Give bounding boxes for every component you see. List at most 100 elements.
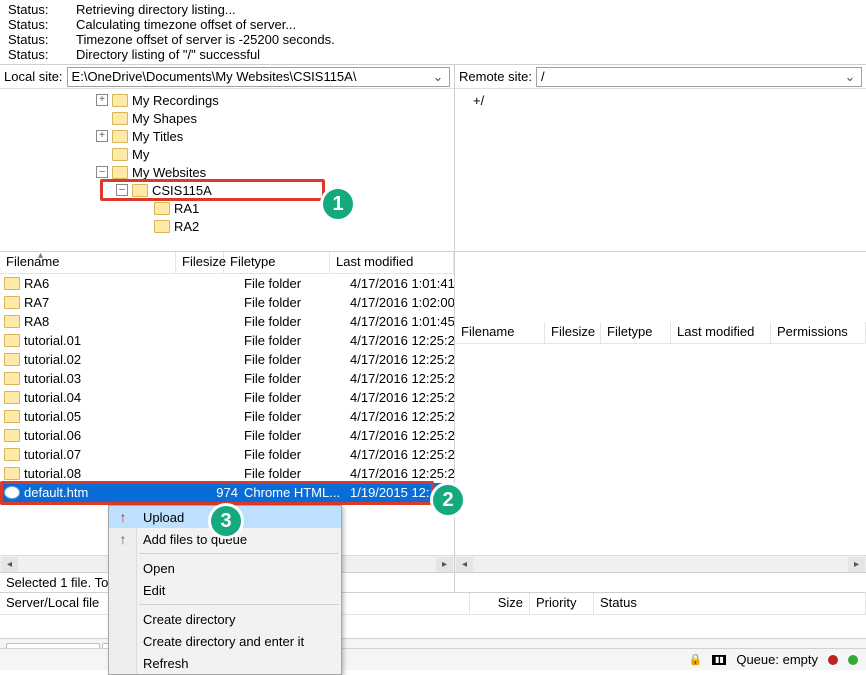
- expand-icon[interactable]: +: [96, 94, 108, 106]
- file-name: RA7: [24, 295, 196, 310]
- folder-icon: [4, 410, 20, 423]
- list-row[interactable]: tutorial.02File folder4/17/2016 12:25:23…: [0, 350, 454, 369]
- local-tree[interactable]: + My Recordings My Shapes + My Titles My –…: [0, 89, 454, 251]
- annotation-badge-1: 1: [320, 186, 356, 222]
- file-modified: 4/17/2016 12:25:23...: [350, 428, 454, 443]
- tree-item[interactable]: RA2: [174, 219, 199, 234]
- folder-icon: [4, 353, 20, 366]
- list-row[interactable]: RA7 File folder4/17/2016 1:02:00 ...: [0, 293, 454, 312]
- col-status[interactable]: Status: [594, 593, 866, 614]
- file-modified: 4/17/2016 1:01:41 ...: [350, 276, 454, 291]
- list-row[interactable]: tutorial.04File folder4/17/2016 12:25:23…: [0, 388, 454, 407]
- list-row[interactable]: tutorial.08File folder4/17/2016 12:25:23…: [0, 464, 454, 483]
- folder-icon: [4, 334, 20, 347]
- list-row[interactable]: RA6File folder4/17/2016 1:01:41 ...: [0, 274, 454, 293]
- col-filetype[interactable]: Filetype: [224, 252, 330, 273]
- scroll-right-icon[interactable]: ▸: [436, 557, 453, 572]
- list-row[interactable]: tutorial.07File folder4/17/2016 12:25:23…: [0, 445, 454, 464]
- list-row[interactable]: tutorial.03File folder4/17/2016 12:25:23…: [0, 369, 454, 388]
- upload-icon: ↑: [115, 509, 131, 525]
- remote-site-label: Remote site:: [459, 69, 532, 84]
- remote-tree[interactable]: +/: [455, 89, 866, 251]
- file-type: File folder: [244, 295, 350, 310]
- list-row[interactable]: tutorial.05 File folder4/17/2016 12:25:23…: [0, 407, 454, 426]
- folder-icon: [4, 391, 20, 404]
- local-path-combo[interactable]: E:\OneDrive\Documents\My Websites\CSIS11…: [67, 67, 450, 87]
- file-name: RA8: [24, 314, 196, 329]
- collapse-icon[interactable]: –: [116, 184, 128, 196]
- annotation-badge-2: 2: [430, 482, 466, 518]
- col-priority[interactable]: Priority: [530, 593, 594, 614]
- remote-site-bar: Remote site: / ⌄: [455, 65, 866, 89]
- tree-item[interactable]: My Titles: [132, 129, 183, 144]
- file-modified: 4/17/2016 12:25:24...: [350, 333, 454, 348]
- tree-item[interactable]: My: [132, 147, 149, 162]
- annotation-badge-3: 3: [208, 503, 244, 539]
- remote-path-combo[interactable]: / ⌄: [536, 67, 862, 87]
- tree-item[interactable]: My Websites: [132, 165, 206, 180]
- menu-create-directory[interactable]: Create directory: [109, 608, 341, 630]
- col-filename[interactable]: Filename: [6, 254, 59, 269]
- folder-icon: [4, 372, 20, 385]
- chevron-down-icon[interactable]: ⌄: [843, 69, 857, 85]
- folder-icon: [132, 184, 148, 197]
- expand-icon[interactable]: +: [96, 130, 108, 142]
- tree-item[interactable]: RA1: [174, 201, 199, 216]
- upload-queue-icon: ↑: [115, 531, 131, 547]
- status-label: Status:: [8, 2, 54, 17]
- chevron-down-icon[interactable]: ⌄: [431, 69, 445, 85]
- queue-icon: ▮▮: [712, 655, 726, 665]
- list-row[interactable]: default.htm974Chrome HTML...1/19/2015 12…: [0, 483, 454, 502]
- menu-edit[interactable]: Edit: [109, 579, 341, 601]
- status-dot-red-icon: [828, 655, 838, 665]
- file-modified: 4/17/2016 1:02:00 ...: [350, 295, 454, 310]
- file-type: File folder: [244, 409, 350, 424]
- menu-refresh[interactable]: Refresh: [109, 652, 341, 674]
- col-filesize[interactable]: Filesize: [176, 252, 224, 273]
- list-header[interactable]: Filename Filesize Filetype Last modified…: [455, 322, 866, 344]
- file-size: 974: [196, 485, 244, 500]
- file-name: tutorial.01: [24, 333, 196, 348]
- menu-create-directory-enter[interactable]: Create directory and enter it: [109, 630, 341, 652]
- col-filesize[interactable]: Filesize: [545, 322, 601, 343]
- tree-item-selected[interactable]: CSIS115A: [152, 183, 212, 198]
- menu-open[interactable]: Open: [109, 557, 341, 579]
- col-modified[interactable]: Last modified: [330, 252, 454, 273]
- col-modified[interactable]: Last modified: [671, 322, 771, 343]
- tree-item[interactable]: My Shapes: [132, 111, 197, 126]
- col-size[interactable]: Size: [470, 593, 530, 614]
- list-row[interactable]: tutorial.01File folder4/17/2016 12:25:24…: [0, 331, 454, 350]
- expand-icon[interactable]: +: [473, 93, 481, 108]
- file-name: tutorial.04: [24, 390, 196, 405]
- file-modified: 4/17/2016 12:25:23...: [350, 409, 454, 424]
- file-modified: 4/17/2016 1:01:45 ...: [350, 314, 454, 329]
- remote-file-list[interactable]: Filename Filesize Filetype Last modified…: [455, 251, 866, 572]
- file-name: default.htm: [24, 485, 196, 500]
- col-filename[interactable]: Filename: [455, 322, 545, 343]
- file-name: tutorial.08: [24, 466, 196, 481]
- status-dot-green-icon: [848, 655, 858, 665]
- folder-icon: [112, 94, 128, 107]
- scroll-right-icon[interactable]: ▸: [848, 557, 865, 572]
- menu-separator: [139, 604, 339, 605]
- tree-item[interactable]: /: [481, 93, 485, 108]
- col-permissions[interactable]: Permissions: [771, 322, 866, 343]
- folder-icon: [4, 277, 20, 290]
- file-type: File folder: [244, 371, 350, 386]
- col-filetype[interactable]: Filetype: [601, 322, 671, 343]
- horizontal-scrollbar[interactable]: ◂ ▸: [455, 555, 866, 572]
- list-row[interactable]: RA8File folder4/17/2016 1:01:45 ...: [0, 312, 454, 331]
- file-name: tutorial.06: [24, 428, 196, 443]
- status-log: Status:Retrieving directory listing... S…: [0, 0, 866, 64]
- file-name: tutorial.05: [24, 409, 196, 424]
- folder-icon: [4, 296, 20, 309]
- collapse-icon[interactable]: –: [96, 166, 108, 178]
- list-row[interactable]: tutorial.06File folder4/17/2016 12:25:23…: [0, 426, 454, 445]
- queue-status: Queue: empty: [736, 652, 818, 667]
- list-header[interactable]: Filename▴ Filesize Filetype Last modifie…: [0, 252, 454, 274]
- file-modified: 4/17/2016 12:25:23...: [350, 466, 454, 481]
- folder-icon: [112, 148, 128, 161]
- scroll-left-icon[interactable]: ◂: [456, 557, 473, 572]
- scroll-left-icon[interactable]: ◂: [1, 557, 18, 572]
- tree-item[interactable]: My Recordings: [132, 93, 219, 108]
